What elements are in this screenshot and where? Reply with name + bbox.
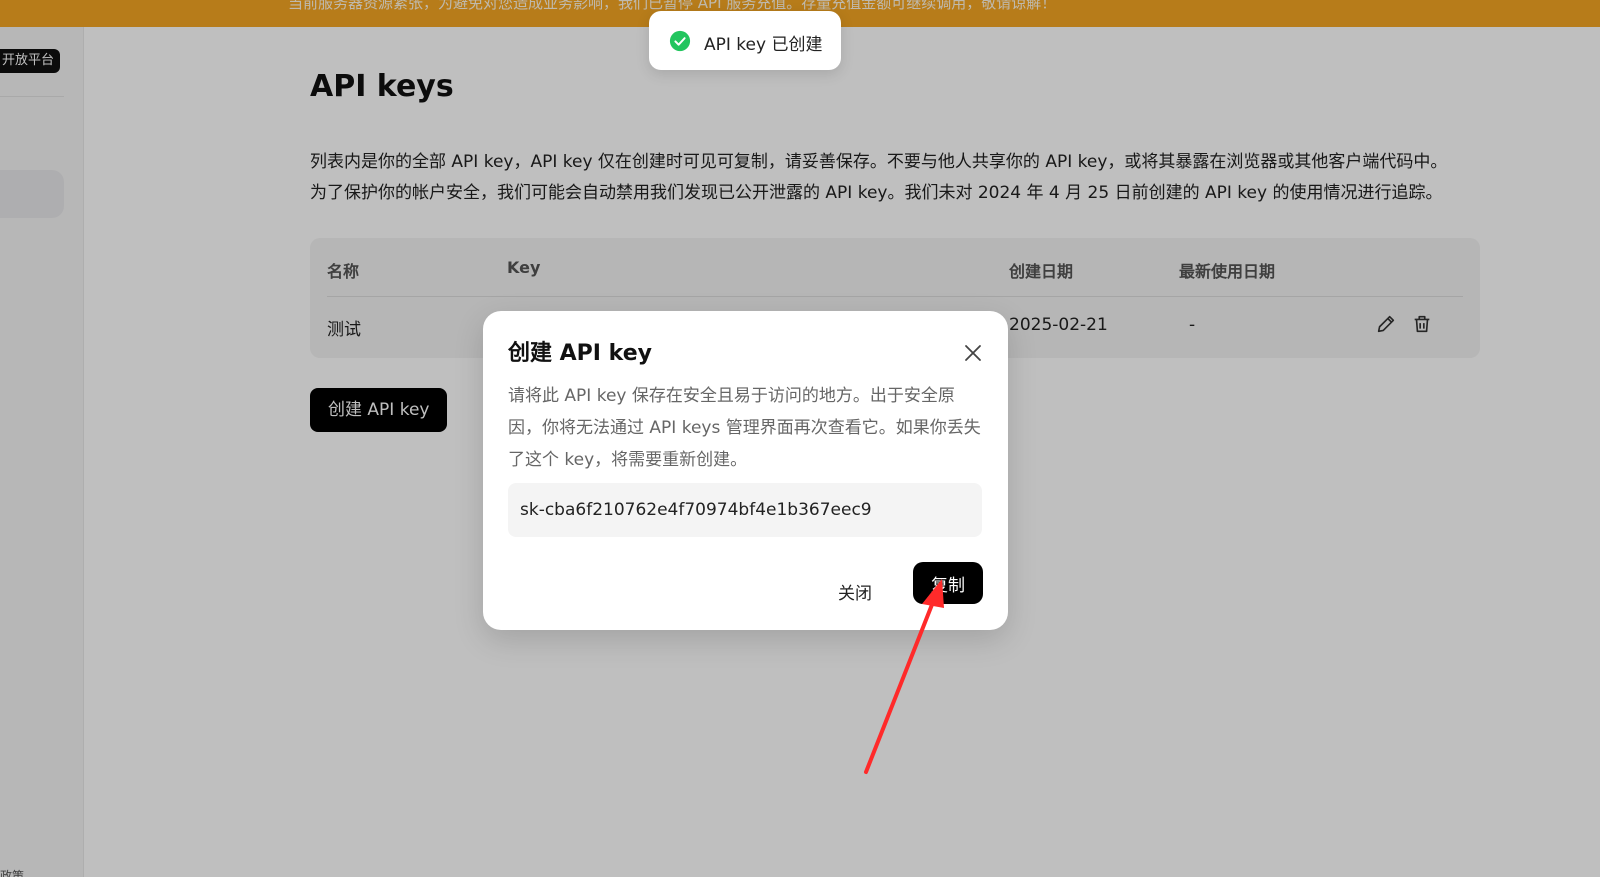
- check-circle-icon: [669, 30, 691, 52]
- page: 当前服务器资源紧张，为避免对您造成业务影响，我们已暂停 API 服务充值。存量充…: [0, 0, 1600, 877]
- api-key-field[interactable]: [508, 483, 982, 537]
- close-button[interactable]: 关闭: [828, 571, 882, 611]
- dialog-description: 请将此 API key 保存在安全且易于访问的地方。出于安全原因，你将无法通过 …: [508, 386, 981, 470]
- dialog-title: 创建 API key: [508, 341, 652, 366]
- toast-text: API key 已创建: [704, 35, 823, 55]
- success-toast: API key 已创建: [649, 11, 841, 70]
- close-icon[interactable]: [961, 341, 985, 365]
- copy-button[interactable]: 复制: [913, 562, 983, 604]
